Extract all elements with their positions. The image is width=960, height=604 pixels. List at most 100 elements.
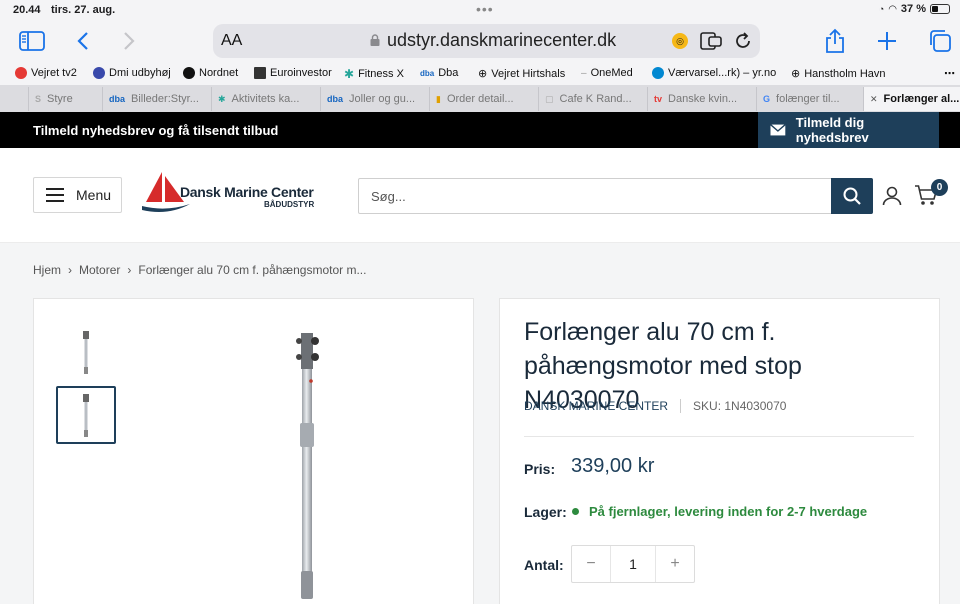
browser-tab[interactable]: tv Danske kvin... xyxy=(647,87,756,111)
favorites-bar: Vejret tv2 Dmi udbyhøj Nordnet Euroinves… xyxy=(0,62,960,85)
browser-tab[interactable]: dba Billeder:Styr... xyxy=(102,87,211,111)
quantity-increase-button[interactable]: + xyxy=(656,546,694,582)
search-icon xyxy=(843,187,861,205)
favicon-icon xyxy=(15,67,27,79)
globe-icon: ⊕ xyxy=(791,68,801,80)
tab-favicon-icon: S xyxy=(35,94,42,104)
product-sku: SKU: 1N4030070 xyxy=(693,399,787,413)
envelope-icon xyxy=(770,124,786,136)
site-header: Menu Dansk Marine Center BÅDUDSTYR Søg..… xyxy=(0,148,960,243)
quantity-decrease-button[interactable]: − xyxy=(572,546,610,582)
new-tab-button[interactable] xyxy=(874,26,900,56)
status-right: ◔ ◠ 37 % xyxy=(879,3,950,15)
chevron-left-icon xyxy=(77,32,88,50)
chevron-right-icon: › xyxy=(68,263,73,277)
tab-bar: S Styre dba Billeder:Styr... ✱ Aktivitets k… xyxy=(0,85,960,112)
extension-icon[interactable]: ◎ xyxy=(672,33,688,49)
globe-icon: ⊕ xyxy=(478,68,488,80)
product-gallery xyxy=(33,298,474,604)
tab-favicon-icon: tv xyxy=(654,94,663,104)
menu-button[interactable]: Menu xyxy=(33,177,122,213)
favorite-item[interactable]: Værvarsel...rk) – yr.no xyxy=(652,67,776,79)
product-info: Forlænger alu 70 cm f. påhængsmotor med … xyxy=(499,298,940,604)
status-time: 20.44 xyxy=(13,4,41,16)
search-button[interactable] xyxy=(831,178,873,214)
announcement-text: Tilmeld nyhedsbrev og få tilsendt tilbud xyxy=(33,123,279,138)
tab-close-icon[interactable]: ✕ xyxy=(870,94,878,105)
onemed-icon: – xyxy=(581,67,587,79)
product-thumbnail[interactable] xyxy=(56,323,116,381)
browser-tab[interactable]: ▮ Order detail... xyxy=(429,87,538,111)
product-main-image[interactable] xyxy=(289,331,329,601)
favicon-icon xyxy=(254,67,266,79)
browser-tab[interactable]: ✱ Aktivitets ka... xyxy=(211,87,320,111)
product-thumbnail-selected[interactable] xyxy=(56,386,116,444)
multitask-dots-icon[interactable]: ••• xyxy=(476,1,494,17)
newsletter-button[interactable]: Tilmeld dig nyhedsbrev xyxy=(758,112,939,148)
favicon-icon xyxy=(93,67,105,79)
wifi-icon: ◠ xyxy=(888,3,897,15)
tab-favicon-icon: dba xyxy=(327,94,344,104)
favorite-item[interactable]: Nordnet xyxy=(183,67,238,79)
tab-favicon-icon: G xyxy=(763,94,771,104)
url-text: udstyr.danskmarinecenter.dk xyxy=(387,30,617,50)
tab-overview-button[interactable] xyxy=(926,26,954,56)
favorite-item[interactable]: Dmi udbyhøj xyxy=(93,67,171,79)
tab-favicon-icon: ✱ xyxy=(218,93,226,104)
dba-icon: dba xyxy=(420,68,435,78)
battery-percent: 37 % xyxy=(900,3,926,15)
status-bar: 20.44 tirs. 27. aug. ••• ◔ ◠ 37 % xyxy=(0,0,960,20)
vendor-link[interactable]: DANSK MARINE CENTER xyxy=(524,399,668,413)
status-date: tirs. 27. aug. xyxy=(51,4,116,16)
site-logo[interactable]: Dansk Marine Center BÅDUDSTYR xyxy=(140,170,320,220)
back-button[interactable] xyxy=(72,26,94,56)
forward-button[interactable] xyxy=(118,26,140,56)
logo-subtext: BÅDUDSTYR xyxy=(264,200,315,209)
tab-favicon-icon: ▢ xyxy=(545,93,554,104)
favorites-more-button[interactable]: ⋯ xyxy=(944,67,955,80)
product-price: 339,00 kr xyxy=(571,455,655,477)
browser-toolbar: AA udstyr.danskmarinecenter.dk ◎ xyxy=(0,20,960,62)
browser-tab-active[interactable]: ✕ Forlænger al... xyxy=(863,87,960,111)
quantity-input[interactable]: 1 xyxy=(610,546,656,582)
meta-divider xyxy=(680,399,682,413)
price-label: Pris: xyxy=(524,461,556,477)
browser-tab[interactable]: Gfolænger til... xyxy=(756,87,863,111)
chevron-right-icon xyxy=(124,32,135,50)
sidebar-toggle-button[interactable] xyxy=(18,26,46,56)
favorite-item[interactable]: ✱ Fitness X xyxy=(344,67,404,81)
favorite-item[interactable]: ⊕ Vejret Hirtshals xyxy=(478,67,565,81)
browser-tab[interactable]: ▢ Cafe K Rand... xyxy=(538,87,647,111)
breadcrumb-link-home[interactable]: Hjem xyxy=(33,263,61,277)
stock-dot-icon xyxy=(572,508,579,515)
reload-icon[interactable] xyxy=(734,32,752,50)
favorite-item[interactable]: Euroinvestor xyxy=(254,67,332,79)
browser-tab[interactable]: dba Joller og gu... xyxy=(320,87,429,111)
favicon-icon xyxy=(183,67,195,79)
yr-icon xyxy=(652,67,664,79)
tab-favicon-icon: ▮ xyxy=(436,93,441,104)
product-thumbnail-image xyxy=(83,331,89,374)
quantity-stepper: − 1 + xyxy=(571,545,695,583)
chevron-right-icon: › xyxy=(127,263,132,277)
quantity-label: Antal: xyxy=(524,557,564,573)
announcement-bar: Tilmeld nyhedsbrev og få tilsendt tilbud… xyxy=(0,112,960,148)
stock-label: Lager: xyxy=(524,504,567,520)
favorite-item[interactable]: Vejret tv2 xyxy=(15,67,77,79)
reader-aa-button[interactable]: AA xyxy=(221,32,242,50)
logo-text: Dansk Marine Center xyxy=(180,184,314,200)
account-icon[interactable] xyxy=(882,186,902,206)
favorite-item[interactable]: – OneMed xyxy=(581,67,633,79)
share-button[interactable] xyxy=(822,26,848,56)
translate-icon[interactable] xyxy=(700,32,722,50)
breadcrumb-link-category[interactable]: Motorer xyxy=(79,263,120,277)
search-field[interactable]: Søg... xyxy=(358,178,873,214)
lock-icon xyxy=(370,34,380,46)
browser-tab[interactable]: S Styre xyxy=(28,87,102,111)
address-bar[interactable]: AA udstyr.danskmarinecenter.dk ◎ xyxy=(213,24,760,58)
favorite-item[interactable]: dba Dba xyxy=(420,67,458,79)
search-input[interactable]: Søg... xyxy=(371,189,406,204)
breadcrumb: Hjem › Motorer › Forlænger alu 70 cm f. … xyxy=(33,263,366,277)
favorite-item[interactable]: ⊕ Hanstholm Havn xyxy=(791,67,886,81)
sidebar-icon xyxy=(19,31,45,51)
